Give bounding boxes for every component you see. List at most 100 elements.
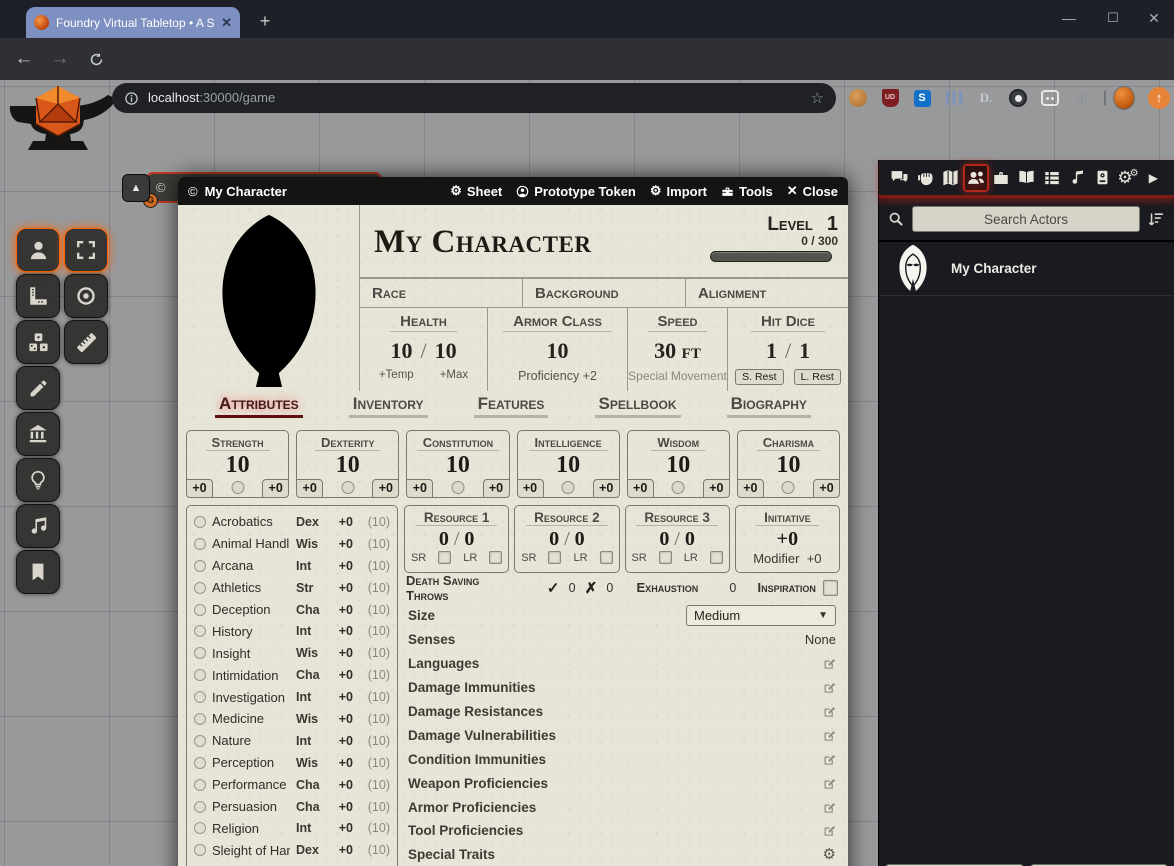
hd-current[interactable]: 1 bbox=[766, 338, 777, 364]
hp-max[interactable]: 10 bbox=[435, 338, 457, 364]
ability-score[interactable]: 10 bbox=[297, 452, 398, 478]
ability-name[interactable]: Wisdom bbox=[651, 435, 705, 451]
skill-row[interactable]: Animal Handling Wis +0 (10) bbox=[194, 533, 390, 555]
forward-button[interactable]: → bbox=[42, 48, 78, 70]
sheet-window-header[interactable]: ©My Character ⚙Sheet Prototype Token ⚙Im… bbox=[178, 177, 848, 205]
prototype-token-button[interactable]: Prototype Token bbox=[516, 184, 636, 199]
new-tab-button[interactable]: + bbox=[253, 10, 277, 34]
ability-score[interactable]: 10 bbox=[738, 452, 839, 478]
short-rest-checkbox[interactable] bbox=[659, 551, 672, 564]
xp-value[interactable]: 0 / 300 bbox=[710, 234, 838, 248]
resource-value[interactable]: 0 bbox=[439, 528, 449, 550]
reload-button[interactable] bbox=[78, 51, 114, 68]
skill-row[interactable]: Nature Int +0 (10) bbox=[194, 730, 390, 752]
skill-row[interactable]: Athletics Str +0 (10) bbox=[194, 577, 390, 599]
extension-cookie-icon[interactable] bbox=[847, 87, 869, 109]
character-portrait[interactable] bbox=[178, 205, 360, 391]
target-tool-button[interactable] bbox=[64, 274, 108, 318]
skill-proficiency-toggle[interactable] bbox=[194, 582, 206, 594]
skill-name[interactable]: Perception bbox=[212, 755, 290, 770]
tab-features[interactable]: Features bbox=[474, 394, 549, 418]
tab-chat[interactable] bbox=[887, 164, 912, 192]
extension-shield-icon[interactable]: UD bbox=[879, 87, 901, 109]
long-rest-checkbox[interactable] bbox=[600, 551, 613, 564]
window-close-button[interactable]: ✕ bbox=[1145, 10, 1163, 27]
tab-combat[interactable] bbox=[912, 164, 937, 192]
skill-name[interactable]: Athletics bbox=[212, 580, 290, 595]
extension-fork-icon[interactable]: ψ bbox=[1071, 87, 1093, 109]
actor-name[interactable]: My Character bbox=[951, 261, 1037, 276]
skill-proficiency-toggle[interactable] bbox=[194, 713, 206, 725]
exhaustion-value[interactable]: 0 bbox=[727, 581, 738, 595]
ability-save-mod[interactable]: +0 bbox=[627, 479, 654, 498]
back-button[interactable]: ← bbox=[6, 48, 42, 70]
character-name[interactable]: My Character bbox=[374, 211, 710, 277]
background-field[interactable]: Background bbox=[522, 279, 685, 307]
proficiency-toggle[interactable] bbox=[451, 481, 464, 494]
skill-proficiency-toggle[interactable] bbox=[194, 691, 206, 703]
window-minimize-button[interactable]: — bbox=[1060, 10, 1078, 26]
tab-inventory[interactable]: Inventory bbox=[349, 394, 428, 418]
skill-name[interactable]: Performance bbox=[212, 777, 290, 792]
tab-playlists[interactable] bbox=[1065, 164, 1090, 192]
ability-save-mod[interactable]: +0 bbox=[737, 479, 764, 498]
skill-proficiency-toggle[interactable] bbox=[194, 779, 206, 791]
short-rest-checkbox[interactable] bbox=[548, 551, 561, 564]
ability-score[interactable]: 10 bbox=[518, 452, 619, 478]
walls-controls-button[interactable] bbox=[16, 412, 60, 456]
token-controls-button[interactable] bbox=[16, 228, 60, 272]
skill-proficiency-toggle[interactable] bbox=[194, 735, 206, 747]
skill-proficiency-toggle[interactable] bbox=[194, 844, 206, 856]
proficiency-toggle[interactable] bbox=[672, 481, 685, 494]
ability-name[interactable]: Strength bbox=[206, 435, 270, 451]
resource-label[interactable]: Resource 1 bbox=[416, 510, 498, 526]
ruler-tool-button[interactable] bbox=[64, 320, 108, 364]
skill-name[interactable]: History bbox=[212, 624, 290, 639]
ability-score[interactable]: 10 bbox=[407, 452, 508, 478]
skill-name[interactable]: Deception bbox=[212, 602, 290, 617]
bookmark-star-icon[interactable]: ☆ bbox=[811, 89, 824, 107]
skill-row[interactable]: Insight Wis +0 (10) bbox=[194, 642, 390, 664]
ability-score[interactable]: 10 bbox=[187, 452, 288, 478]
ability-check-mod[interactable]: +0 bbox=[703, 479, 730, 498]
skill-row[interactable]: Arcana Int +0 (10) bbox=[194, 555, 390, 577]
skill-proficiency-toggle[interactable] bbox=[194, 822, 206, 834]
ability-save-mod[interactable]: +0 bbox=[186, 479, 213, 498]
skill-row[interactable]: Sleight of Hand Dex +0 (10) bbox=[194, 839, 390, 861]
edit-icon[interactable] bbox=[823, 753, 836, 766]
hp-temp-label[interactable]: +Temp bbox=[379, 369, 414, 381]
resource-max[interactable]: 0 bbox=[464, 528, 474, 550]
skill-name[interactable]: Persuasion bbox=[212, 799, 290, 814]
ability-check-mod[interactable]: +0 bbox=[483, 479, 510, 498]
drawing-controls-button[interactable] bbox=[16, 366, 60, 410]
edit-icon[interactable] bbox=[823, 729, 836, 742]
tab-biography[interactable]: Biography bbox=[727, 394, 811, 418]
skill-proficiency-toggle[interactable] bbox=[194, 625, 206, 637]
long-rest-checkbox[interactable] bbox=[710, 551, 723, 564]
skill-proficiency-toggle[interactable] bbox=[194, 669, 206, 681]
skill-name[interactable]: Religion bbox=[212, 821, 290, 836]
tools-button[interactable]: Tools bbox=[721, 184, 773, 199]
resource-value[interactable]: 0 bbox=[549, 528, 559, 550]
ability-check-mod[interactable]: +0 bbox=[262, 479, 289, 498]
skill-name[interactable]: Insight bbox=[212, 646, 290, 661]
short-rest-checkbox[interactable] bbox=[438, 551, 451, 564]
alignment-field[interactable]: Alignment bbox=[685, 279, 848, 307]
skill-row[interactable]: Perception Wis +0 (10) bbox=[194, 752, 390, 774]
tab-scenes[interactable] bbox=[938, 164, 963, 192]
tab-journal[interactable] bbox=[1014, 164, 1039, 192]
tab-actors[interactable] bbox=[963, 164, 988, 192]
hp-current[interactable]: 10 bbox=[390, 338, 412, 364]
skill-row[interactable]: Persuasion Cha +0 (10) bbox=[194, 796, 390, 818]
hp-tempmax-label[interactable]: +Max bbox=[440, 369, 468, 381]
measure-controls-button[interactable] bbox=[16, 274, 60, 318]
skill-row[interactable]: Medicine Wis +0 (10) bbox=[194, 708, 390, 730]
skill-row[interactable]: Investigation Int +0 (10) bbox=[194, 686, 390, 708]
resource-value[interactable]: 0 bbox=[659, 528, 669, 550]
proficiency-toggle[interactable] bbox=[231, 481, 244, 494]
resource-label[interactable]: Resource 3 bbox=[636, 510, 718, 526]
tab-items[interactable] bbox=[989, 164, 1014, 192]
import-button[interactable]: ⚙Import bbox=[650, 183, 707, 199]
death-fail-count[interactable]: 0 bbox=[604, 581, 615, 595]
ability-name[interactable]: Dexterity bbox=[315, 435, 380, 451]
